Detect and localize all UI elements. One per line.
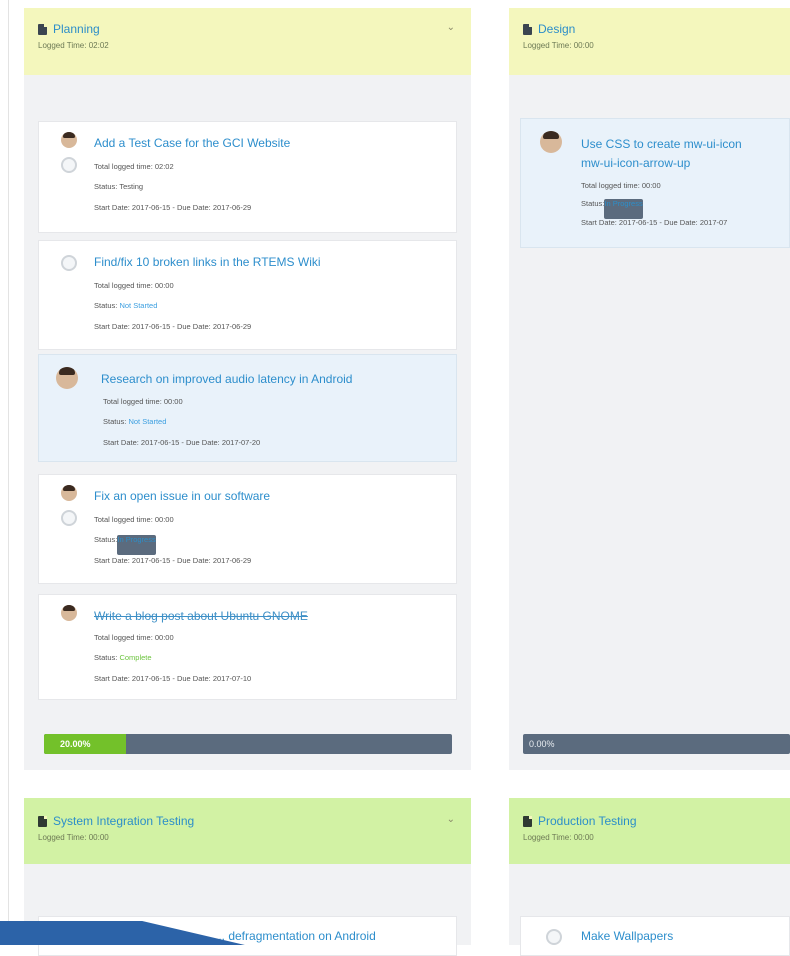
task-status: Status: In Progress — [94, 535, 156, 555]
column-logged-time: Logged Time: 00:00 — [38, 833, 109, 842]
column-production-testing: Production Testing Logged Time: 00:00 Ma… — [509, 798, 790, 956]
status-value: In Progress — [117, 535, 156, 555]
column-logged-time: Logged Time: 00:00 — [523, 41, 594, 50]
chevron-down-icon[interactable]: ⌄ — [447, 22, 455, 33]
task-status: Status: Not Started — [103, 417, 166, 426]
avatar — [540, 131, 562, 153]
unassigned-avatar-icon — [61, 510, 77, 526]
status-value: In Progress — [604, 199, 643, 219]
task-title[interactable]: Add a Test Case for the GCI Website — [94, 136, 290, 150]
unassigned-avatar-icon — [61, 157, 77, 173]
document-icon — [523, 815, 532, 827]
column-logged-time: Logged Time: 02:02 — [38, 41, 109, 50]
task-logged-time: Total logged time: 02:02 — [94, 162, 174, 171]
column-design: Design Logged Time: 00:00 Use CSS to cre… — [509, 8, 790, 770]
task-card[interactable]: Find/fix 10 broken links in the RTEMS Wi… — [38, 240, 457, 350]
column-header[interactable]: Planning ⌄ Logged Time: 02:02 — [24, 8, 471, 75]
task-card-selected[interactable]: Use CSS to create mw-ui-icon mw-ui-icon-… — [520, 118, 790, 248]
status-label: Status: — [94, 301, 118, 310]
column-title[interactable]: Design — [538, 22, 575, 36]
status-label: Status: — [94, 653, 118, 662]
task-dates: Start Date: 2017-06-15 - Due Date: 2017-… — [94, 322, 252, 331]
avatar — [61, 485, 77, 501]
status-label: Status: — [103, 417, 127, 426]
progress-label: 0.00% — [529, 739, 555, 749]
task-title[interactable]: ... defragmentation on Android — [215, 929, 376, 943]
task-card[interactable]: Make Wallpapers — [520, 916, 790, 956]
task-status: Status: Not Started — [94, 301, 157, 310]
column-title[interactable]: Planning — [53, 22, 100, 36]
column-planning: Planning ⌄ Logged Time: 02:02 Add a Test… — [24, 8, 471, 770]
task-logged-time: Total logged time: 00:00 — [103, 397, 183, 406]
task-title[interactable]: Make Wallpapers — [581, 929, 673, 943]
task-title[interactable]: Research on improved audio latency in An… — [101, 372, 352, 386]
task-title[interactable]: Fix an open issue in our software — [94, 489, 270, 503]
task-title[interactable]: Write a blog post about Ubuntu GNOME — [94, 609, 308, 623]
status-label: Status: — [581, 199, 605, 208]
avatar — [61, 605, 77, 621]
task-title[interactable]: Use CSS to create mw-ui-icon — [581, 137, 742, 151]
document-icon — [38, 815, 47, 827]
status-value: Not Started — [128, 417, 167, 426]
status-label: Status: — [94, 535, 118, 544]
unassigned-avatar-icon — [61, 255, 77, 271]
task-dates: Start Date: 2017-06-15 - Due Date: 2017-… — [581, 218, 728, 227]
document-icon — [523, 23, 532, 35]
task-status: Status: Testing — [94, 182, 143, 191]
column-title[interactable]: System Integration Testing — [53, 814, 194, 828]
document-icon — [38, 23, 47, 35]
task-logged-time: Total logged time: 00:00 — [94, 633, 174, 642]
unassigned-avatar-icon — [546, 929, 562, 945]
task-card[interactable]: Fix an open issue in our software Total … — [38, 474, 457, 584]
column-title[interactable]: Production Testing — [538, 814, 637, 828]
task-status: Status: In Progress — [581, 199, 643, 219]
avatar — [61, 132, 77, 148]
task-dates: Start Date: 2017-06-15 - Due Date: 2017-… — [94, 674, 252, 683]
column-header[interactable]: Production Testing Logged Time: 00:00 — [509, 798, 790, 864]
status-value: Complete — [119, 653, 152, 662]
status-label: Status: — [94, 182, 118, 191]
task-logged-time: Total logged time: 00:00 — [94, 281, 174, 290]
status-value: Not Started — [119, 301, 158, 310]
status-value: Testing — [119, 182, 144, 191]
left-divider — [8, 0, 9, 945]
task-title-continued[interactable]: mw-ui-icon-arrow-up — [581, 156, 690, 170]
task-logged-time: Total logged time: 00:00 — [94, 515, 174, 524]
avatar — [56, 367, 78, 389]
task-dates: Start Date: 2017-06-15 - Due Date: 2017-… — [94, 556, 252, 565]
column-logged-time: Logged Time: 00:00 — [523, 833, 594, 842]
chevron-down-icon[interactable]: ⌄ — [447, 814, 455, 825]
task-card[interactable]: Add a Test Case for the GCI Website Tota… — [38, 121, 457, 233]
column-header[interactable]: Design Logged Time: 00:00 — [509, 8, 790, 75]
task-dates: Start Date: 2017-06-15 - Due Date: 2017-… — [103, 438, 261, 447]
progress-label: 20.00% — [60, 739, 91, 749]
task-logged-time: Total logged time: 00:00 — [581, 181, 661, 190]
column-progress-bar: 0.00% — [523, 734, 790, 754]
task-status: Status: Complete — [94, 653, 152, 662]
task-card[interactable]: Write a blog post about Ubuntu GNOME Tot… — [38, 594, 457, 700]
column-progress-bar: 20.00% — [44, 734, 452, 754]
task-dates: Start Date: 2017-06-15 - Due Date: 2017-… — [94, 203, 252, 212]
task-title[interactable]: Find/fix 10 broken links in the RTEMS Wi… — [94, 255, 321, 269]
column-header[interactable]: System Integration Testing ⌄ Logged Time… — [24, 798, 471, 864]
task-card-selected[interactable]: Research on improved audio latency in An… — [38, 354, 457, 462]
